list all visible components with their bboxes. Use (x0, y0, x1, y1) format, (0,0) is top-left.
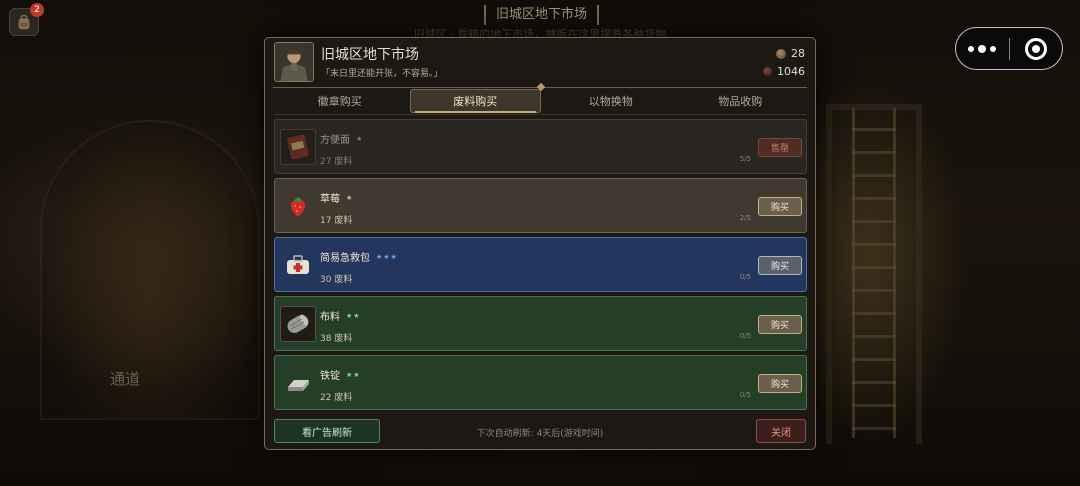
shop-item-row: 草莓 ★ 17 废料 2/5 购买 (274, 178, 807, 233)
rarity-stars: ★★ (346, 370, 361, 379)
item-name: 方便面 ★ (320, 131, 364, 147)
target-close-icon[interactable] (1009, 28, 1062, 69)
buy-button[interactable]: 购买 (758, 374, 802, 393)
tunnel-arch (40, 120, 260, 420)
item-stock: 5/5 (739, 155, 751, 163)
backpack-icon (18, 15, 30, 30)
item-stock: 2/5 (739, 214, 751, 222)
item-price: 30 废料 (320, 275, 353, 285)
shop-item-row: 布料 ★★ 38 废料 0/5 购买 (274, 296, 807, 351)
badge-currency: 28 (776, 47, 805, 60)
instant-noodles-icon (280, 129, 316, 165)
item-name: 草莓 ★ (320, 190, 354, 206)
badge-coin-icon (776, 48, 786, 59)
strawberry-icon (280, 188, 316, 224)
merchant-avatar (274, 42, 314, 82)
rarity-stars: ★ (356, 134, 364, 143)
badge-currency-value: 28 (791, 47, 805, 60)
shop-item-row: 简易急救包 ★★★ 30 废料 0/5 购买 (274, 237, 807, 292)
shop-item-row: 方便面 ★ 27 废料 5/5 售罄 (274, 119, 807, 174)
more-dots-icon[interactable] (956, 28, 1009, 69)
buy-button[interactable]: 购买 (758, 315, 802, 334)
close-button[interactable]: 关闭 (756, 419, 806, 443)
item-name-text: 方便面 (320, 135, 350, 146)
ladder (852, 108, 896, 438)
tab-barter[interactable]: 以物换物 (546, 89, 676, 113)
item-name: 布料 ★★ (320, 308, 361, 324)
item-name-text: 简易急救包 (320, 253, 370, 264)
notification-badge: 2 (30, 3, 44, 17)
rarity-stars: ★★★ (376, 252, 398, 261)
market-dialog: 旧城区地下市场 「末日里还能开张，不容易。」 28 1046 徽章购买 废料购买… (264, 37, 816, 450)
item-stock: 0/5 (739, 273, 751, 281)
shop-item-row: 铁锭 ★★ 22 废料 0/5 购买 (274, 355, 807, 410)
first-aid-kit-icon (280, 247, 316, 283)
cloth-roll-icon (280, 306, 316, 342)
tabs-divider (273, 114, 807, 115)
tab-item-buyback[interactable]: 物品收购 (676, 89, 806, 113)
sold-out-button: 售罄 (758, 138, 802, 157)
item-name-text: 布料 (320, 312, 340, 323)
merchant-quote: 「末日里还能开张，不容易。」 (321, 69, 443, 79)
item-price: 27 废料 (320, 157, 353, 167)
scrap-currency: 1046 (763, 65, 805, 78)
buy-button[interactable]: 购买 (758, 197, 802, 216)
tab-scrap-purchase[interactable]: 废料购买 (409, 89, 541, 113)
item-stock: 0/5 (739, 391, 751, 399)
refresh-countdown: 下次自动刷新: 4天后(游戏时间) (476, 429, 604, 439)
item-name-text: 铁锭 (320, 371, 340, 382)
scrap-coin-icon (763, 67, 772, 76)
item-stock: 0/5 (739, 332, 751, 340)
item-name: 铁锭 ★★ (320, 367, 361, 383)
scene-title: 旧城区地下市场 (484, 5, 600, 25)
iron-ingot-icon (280, 365, 316, 401)
item-price: 17 废料 (320, 216, 353, 226)
merchant-portrait-icon (275, 43, 313, 81)
tab-badge-purchase[interactable]: 徽章购买 (275, 89, 405, 113)
rarity-stars: ★ (346, 193, 354, 202)
mini-program-capsule (955, 27, 1063, 70)
backpack-button[interactable]: 2 (9, 3, 44, 36)
rarity-stars: ★★ (346, 311, 361, 320)
dialog-title: 旧城区地下市场 (321, 47, 419, 63)
tab-bar: 徽章购买 废料购买 以物换物 物品收购 (275, 89, 805, 113)
item-price: 38 废料 (320, 334, 353, 344)
item-name: 简易急救包 ★★★ (320, 249, 398, 265)
buy-button[interactable]: 购买 (758, 256, 802, 275)
side-location-label[interactable]: 通道 (110, 368, 140, 389)
item-name-text: 草莓 (320, 194, 340, 205)
item-price: 22 废料 (320, 393, 353, 403)
scrap-currency-value: 1046 (777, 65, 805, 78)
